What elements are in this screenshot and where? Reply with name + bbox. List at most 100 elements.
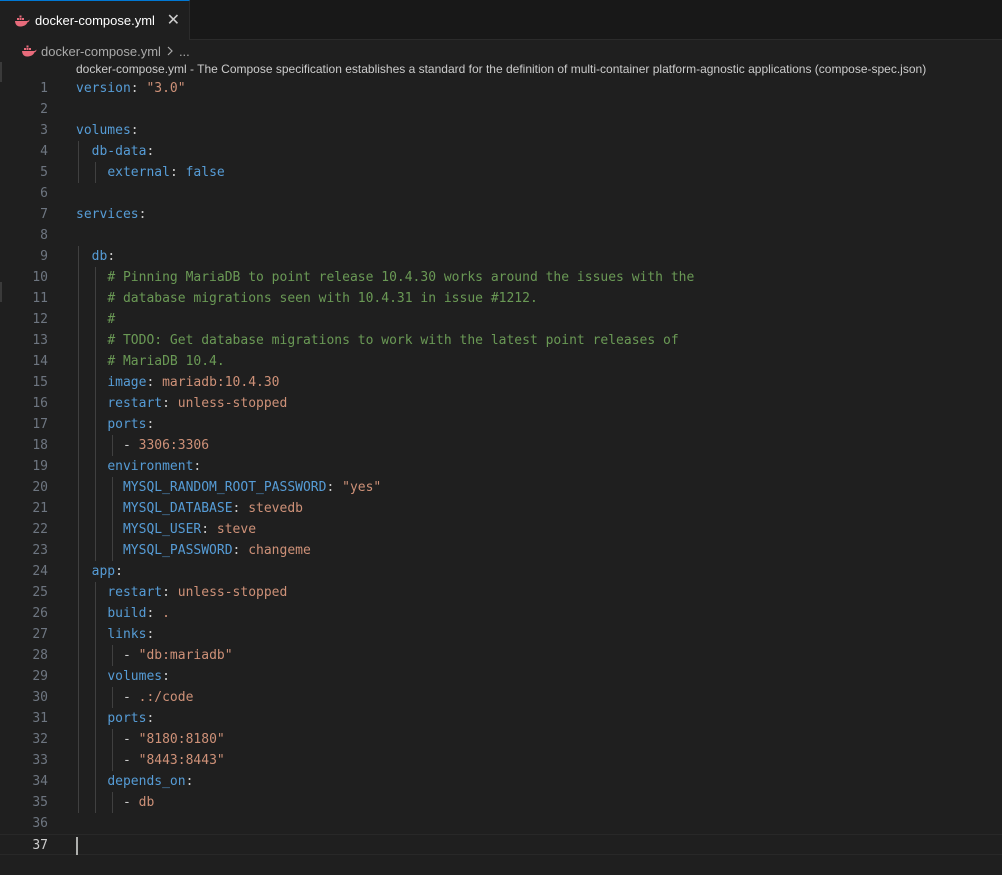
line-number: 10 bbox=[32, 270, 48, 285]
code-token: "3.0" bbox=[146, 81, 186, 96]
line-number: 36 bbox=[32, 816, 48, 831]
code-line[interactable]: 23 MYSQL_PASSWORD: changeme bbox=[0, 540, 1002, 561]
line-number: 37 bbox=[32, 838, 48, 853]
code-token: - bbox=[76, 795, 139, 810]
code-line[interactable]: 16 restart: unless-stopped bbox=[0, 393, 1002, 414]
code-token: links bbox=[107, 627, 147, 642]
code-line[interactable]: 31 ports: bbox=[0, 708, 1002, 729]
breadcrumb-more[interactable]: ... bbox=[179, 44, 190, 59]
code-line[interactable]: 10 # Pinning MariaDB to point release 10… bbox=[0, 267, 1002, 288]
code-token: : bbox=[138, 207, 147, 222]
code-line[interactable]: 8 bbox=[0, 225, 1002, 246]
code-token: : bbox=[185, 774, 194, 789]
line-number: 26 bbox=[32, 606, 48, 621]
code-token: volumes bbox=[107, 669, 163, 684]
indent-guide bbox=[112, 792, 114, 813]
indent-guide bbox=[112, 729, 114, 771]
line-number: 28 bbox=[32, 648, 48, 663]
chevron-right-icon bbox=[166, 44, 174, 59]
code-token: : bbox=[130, 123, 139, 138]
code-line[interactable]: 9 db: bbox=[0, 246, 1002, 267]
line-number: 4 bbox=[40, 144, 48, 159]
tab-docker-compose[interactable]: docker-compose.yml ✕ bbox=[0, 0, 190, 40]
code-line[interactable]: 24 app: bbox=[0, 561, 1002, 582]
indent-guide bbox=[78, 246, 79, 813]
close-icon[interactable]: ✕ bbox=[167, 12, 180, 29]
code-line[interactable]: 12 # bbox=[0, 309, 1002, 330]
line-code: version: "3.0" bbox=[76, 78, 186, 99]
code-editor[interactable]: 1 version: "3.0" 2 3 volumes: 4 db-data: 5 ext… bbox=[0, 62, 1002, 875]
code-token: : bbox=[201, 522, 217, 537]
code-token: : bbox=[162, 396, 178, 411]
code-line[interactable]: 33 - "8443:8443" bbox=[0, 750, 1002, 771]
line-number: 33 bbox=[32, 753, 48, 768]
code-token: MYSQL_USER bbox=[122, 522, 202, 537]
code-line[interactable]: 6 bbox=[0, 183, 1002, 204]
code-token: "8443:8443" bbox=[138, 753, 225, 768]
indent-guide bbox=[112, 435, 114, 456]
code-line[interactable]: 30 - .:/code bbox=[0, 687, 1002, 708]
code-line[interactable]: 34 depends_on: bbox=[0, 771, 1002, 792]
code-line[interactable]: 3 volumes: bbox=[0, 120, 1002, 141]
code-token: : bbox=[146, 417, 155, 432]
code-token: depends_on bbox=[107, 774, 186, 789]
code-line[interactable]: 7 services: bbox=[0, 204, 1002, 225]
code-token: # database migrations seen with 10.4.31 … bbox=[107, 291, 538, 306]
code-line[interactable]: 22 MYSQL_USER: steve bbox=[0, 519, 1002, 540]
code-line[interactable]: 14 # MariaDB 10.4. bbox=[0, 351, 1002, 372]
line-code: services: bbox=[76, 204, 146, 225]
code-line[interactable]: 27 links: bbox=[0, 624, 1002, 645]
code-token: changeme bbox=[248, 543, 311, 558]
code-token: - bbox=[76, 753, 139, 768]
line-code: build: . bbox=[76, 603, 170, 624]
code-line[interactable]: 11 # database migrations seen with 10.4.… bbox=[0, 288, 1002, 309]
line-number: 6 bbox=[40, 186, 48, 201]
code-token: : bbox=[146, 375, 163, 390]
code-line[interactable]: 37 bbox=[0, 834, 1002, 855]
line-code: external: false bbox=[76, 162, 224, 183]
code-line[interactable]: 29 volumes: bbox=[0, 666, 1002, 687]
code-token: ports bbox=[107, 711, 147, 726]
code-line[interactable]: 15 image: mariadb:10.4.30 bbox=[0, 372, 1002, 393]
code-line[interactable]: 26 build: . bbox=[0, 603, 1002, 624]
code-line[interactable]: 32 - "8180:8180" bbox=[0, 729, 1002, 750]
code-token: restart bbox=[107, 396, 163, 411]
code-token: .:/code bbox=[138, 690, 194, 705]
line-code: # database migrations seen with 10.4.31 … bbox=[76, 288, 538, 309]
code-line[interactable]: 1 version: "3.0" bbox=[0, 78, 1002, 99]
indent-guide bbox=[112, 645, 114, 666]
code-line[interactable]: 35 - db bbox=[0, 792, 1002, 813]
code-token: db-data bbox=[91, 144, 147, 159]
code-line[interactable]: 19 environment: bbox=[0, 456, 1002, 477]
code-line[interactable]: 21 MYSQL_DATABASE: stevedb bbox=[0, 498, 1002, 519]
code-line[interactable]: 13 # TODO: Get database migrations to wo… bbox=[0, 330, 1002, 351]
code-line[interactable]: 20 MYSQL_RANDOM_ROOT_PASSWORD: "yes" bbox=[0, 477, 1002, 498]
code-line[interactable]: 28 - "db:mariadb" bbox=[0, 645, 1002, 666]
line-code: db-data: bbox=[76, 141, 155, 162]
code-line[interactable]: 18 - 3306:3306 bbox=[0, 435, 1002, 456]
code-token: services bbox=[76, 207, 139, 222]
code-token: : bbox=[326, 480, 343, 495]
line-code: MYSQL_DATABASE: stevedb bbox=[76, 498, 303, 519]
code-token: environment bbox=[107, 459, 194, 474]
code-line[interactable]: 2 bbox=[0, 99, 1002, 120]
code-line[interactable]: 4 db-data: bbox=[0, 141, 1002, 162]
code-line[interactable]: 5 external: false bbox=[0, 162, 1002, 183]
breadcrumb-file[interactable]: docker-compose.yml bbox=[41, 44, 161, 59]
code-line[interactable]: 36 bbox=[0, 813, 1002, 834]
line-code: - db bbox=[76, 792, 154, 813]
code-line[interactable]: 17 ports: bbox=[0, 414, 1002, 435]
code-line[interactable]: 25 restart: unless-stopped bbox=[0, 582, 1002, 603]
code-token: : bbox=[130, 81, 147, 96]
